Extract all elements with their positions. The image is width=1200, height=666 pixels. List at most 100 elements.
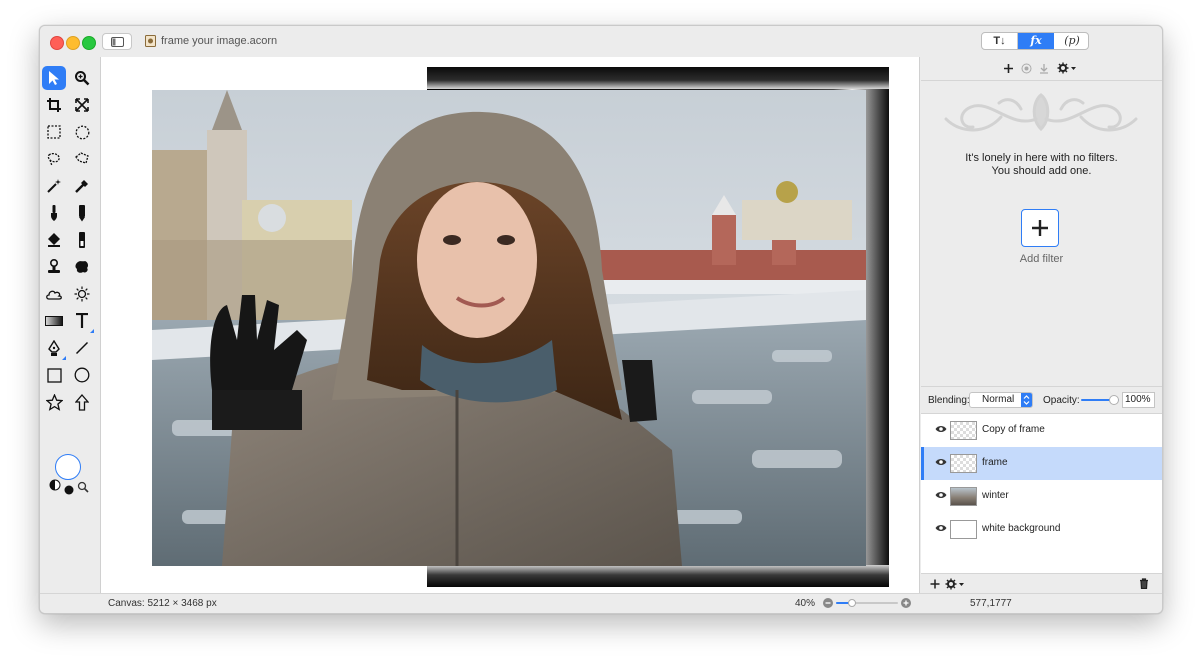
zoom-level-label: 40% [795, 598, 816, 609]
brighten-tool-button[interactable] [70, 282, 94, 306]
title-bar: frame your image.acorn T↓ fx (p) [40, 26, 1162, 56]
tool-options-indicator [62, 356, 66, 360]
move-tool-button[interactable] [42, 66, 66, 90]
eye-icon[interactable] [935, 491, 947, 499]
blend-mode-select[interactable]: Normal [969, 392, 1033, 408]
zoom-slider[interactable] [822, 597, 912, 609]
color-well[interactable] [55, 454, 81, 480]
eraser-tool-button[interactable] [70, 228, 94, 252]
add-icon[interactable] [1003, 63, 1014, 74]
crop-tool-icon [47, 98, 61, 112]
ellipse-select-tool-button[interactable] [70, 120, 94, 144]
ellipse-select-icon [75, 125, 89, 139]
rect-select-tool-button[interactable] [42, 120, 66, 144]
color-select-tool-button[interactable] [70, 174, 94, 198]
opacity-field[interactable]: 100% [1122, 392, 1155, 408]
add-filter-label: Add filter [1019, 253, 1064, 265]
blend-bar: Blending: Normal Opacity: 100% [921, 386, 1162, 414]
text-tool-button[interactable] [70, 309, 94, 333]
star-shape-tool-button[interactable] [42, 390, 66, 414]
lasso-icon [47, 152, 60, 166]
inspector-mode-switch[interactable]: T↓ fx (p) [981, 32, 1089, 50]
line-tool-icon [75, 341, 89, 355]
arrow-shape-icon [75, 393, 89, 411]
winter-photo [152, 90, 866, 566]
star-shape-icon [45, 393, 63, 411]
move-tool-icon [49, 71, 59, 85]
tab-tools-mode[interactable]: T↓ [982, 33, 1018, 49]
canvas-area[interactable] [100, 57, 920, 593]
eye-icon[interactable] [935, 425, 947, 433]
canvas-size-label: Canvas: 5212 × 3468 px [108, 598, 217, 609]
inspector-panel: It's lonely in here with no filters. You… [921, 57, 1162, 593]
layer-thumbnail [950, 520, 977, 539]
winter-photo-image [152, 90, 866, 566]
layer-row-winter[interactable]: winter [921, 480, 1162, 513]
add-filter-button[interactable] [1021, 209, 1059, 247]
toolbox [40, 57, 100, 593]
eye-icon[interactable] [935, 458, 947, 466]
tool-options-indicator [90, 329, 94, 333]
layer-row-frame[interactable]: frame [921, 447, 1162, 480]
filters-toolbar [921, 57, 1162, 81]
ornament-icon [944, 93, 1138, 132]
paint-bucket-icon [48, 233, 60, 247]
pen-tool-icon [48, 339, 60, 356]
rectangle-shape-tool-button[interactable] [42, 363, 66, 387]
oval-shape-tool-button[interactable] [70, 363, 94, 387]
tab-properties-mode[interactable]: (p) [1054, 33, 1088, 49]
layer-name: frame [982, 457, 1008, 468]
close-window-button[interactable] [50, 36, 64, 50]
gradient-tool-button[interactable] [42, 309, 66, 333]
color-select-icon [75, 180, 88, 193]
swap-colors-icon[interactable] [49, 479, 63, 493]
layer-thumbnail [950, 421, 977, 440]
trash-icon[interactable] [1139, 578, 1149, 589]
transform-tool-button[interactable] [70, 93, 94, 117]
pencil-tool-button[interactable] [70, 201, 94, 225]
app-window: frame your image.acorn T↓ fx (p) It's lo… [39, 25, 1163, 614]
eraser-icon [79, 231, 85, 248]
zoom-window-button[interactable] [82, 36, 96, 50]
smudge-tool-button[interactable] [70, 255, 94, 279]
window-title: frame your image.acorn [161, 35, 278, 47]
opacity-slider[interactable] [1081, 394, 1119, 406]
line-tool-button[interactable] [70, 336, 94, 360]
layer-thumbnail [950, 487, 977, 506]
blur-tool-button[interactable] [42, 282, 66, 306]
duplicate-icon[interactable] [1021, 63, 1032, 74]
opacity-label: Opacity: [1043, 395, 1080, 406]
default-colors-icon[interactable] [64, 485, 74, 495]
eye-icon[interactable] [935, 524, 947, 532]
layer-row-copy-of-frame[interactable]: Copy of frame [921, 414, 1162, 447]
pencil-icon [79, 204, 85, 221]
minimize-window-button[interactable] [66, 36, 80, 50]
tab-filters-mode[interactable]: fx [1018, 33, 1054, 49]
layer-gear-icon[interactable] [945, 578, 965, 590]
oval-shape-icon [74, 367, 90, 383]
pen-tool-button[interactable] [42, 336, 66, 360]
layer-row-white-background[interactable]: white background [921, 513, 1162, 546]
chevron-updown-icon [1021, 393, 1032, 407]
add-layer-icon[interactable] [930, 579, 940, 589]
sidebar-toggle-button[interactable] [102, 33, 132, 50]
layer-thumbnail [950, 454, 977, 473]
zoom-tool-button[interactable] [70, 66, 94, 90]
download-icon[interactable] [1039, 63, 1049, 74]
brush-tool-button[interactable] [42, 201, 66, 225]
polygon-lasso-tool-button[interactable] [70, 147, 94, 171]
blending-label: Blending: [928, 395, 970, 406]
crop-tool-button[interactable] [42, 93, 66, 117]
sun-icon [74, 286, 90, 302]
arrow-shape-tool-button[interactable] [70, 390, 94, 414]
transform-tool-icon [75, 98, 89, 112]
magic-wand-tool-button[interactable] [42, 174, 66, 198]
brush-icon [51, 204, 57, 221]
clone-stamp-tool-button[interactable] [42, 255, 66, 279]
color-picker-zoom-icon[interactable] [77, 481, 89, 493]
lasso-tool-button[interactable] [42, 147, 66, 171]
gear-icon[interactable] [1057, 62, 1077, 74]
paint-bucket-tool-button[interactable] [42, 228, 66, 252]
layer-name: winter [982, 490, 1009, 501]
layer-name: white background [982, 523, 1061, 534]
